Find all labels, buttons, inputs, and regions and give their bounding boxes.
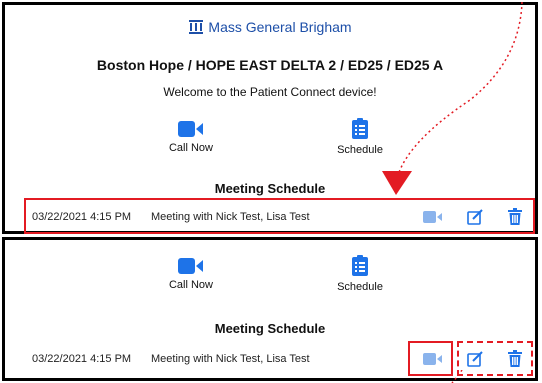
schedule-label: Schedule (337, 281, 383, 293)
call-now-label: Call Now (168, 142, 213, 154)
schedule-list-icon (352, 118, 368, 139)
meeting-title: Meeting with Nick Test, Lisa Test (151, 353, 310, 365)
meeting-row: 03/22/2021 4:15 PM Meeting with Nick Tes… (5, 344, 535, 374)
meeting-schedule-heading: Meeting Schedule (214, 321, 326, 336)
call-now-button[interactable]: Call Now (146, 257, 236, 291)
brand-name: Mass General Brigham (208, 19, 352, 35)
edit-delete-highlight (457, 341, 533, 376)
meeting-schedule-heading: Meeting Schedule (214, 181, 326, 196)
top-screen-panel: Mass General Brigham Boston Hope / HOPE … (2, 2, 538, 234)
schedule-button[interactable]: Schedule (315, 255, 405, 293)
welcome-message: Welcome to the Patient Connect device! (163, 85, 377, 99)
mgb-logo-icon (188, 19, 204, 38)
call-now-label: Call Now (168, 279, 213, 291)
call-now-button[interactable]: Call Now (146, 120, 236, 154)
meeting-row-highlight (24, 198, 535, 234)
video-button-highlight (408, 341, 453, 376)
video-camera-icon (178, 121, 203, 137)
brand-header: Mass General Brigham (5, 19, 535, 38)
location-path: Boston Hope / HOPE EAST DELTA 2 / ED25 /… (96, 57, 444, 73)
video-camera-icon (178, 258, 203, 274)
schedule-list-icon (352, 255, 368, 276)
meeting-date: 03/22/2021 4:15 PM (32, 353, 132, 365)
schedule-label: Schedule (337, 144, 383, 156)
schedule-button[interactable]: Schedule (315, 118, 405, 156)
bottom-screen-panel: Call Now Schedule Meeting Schedule 03/22… (2, 237, 538, 381)
